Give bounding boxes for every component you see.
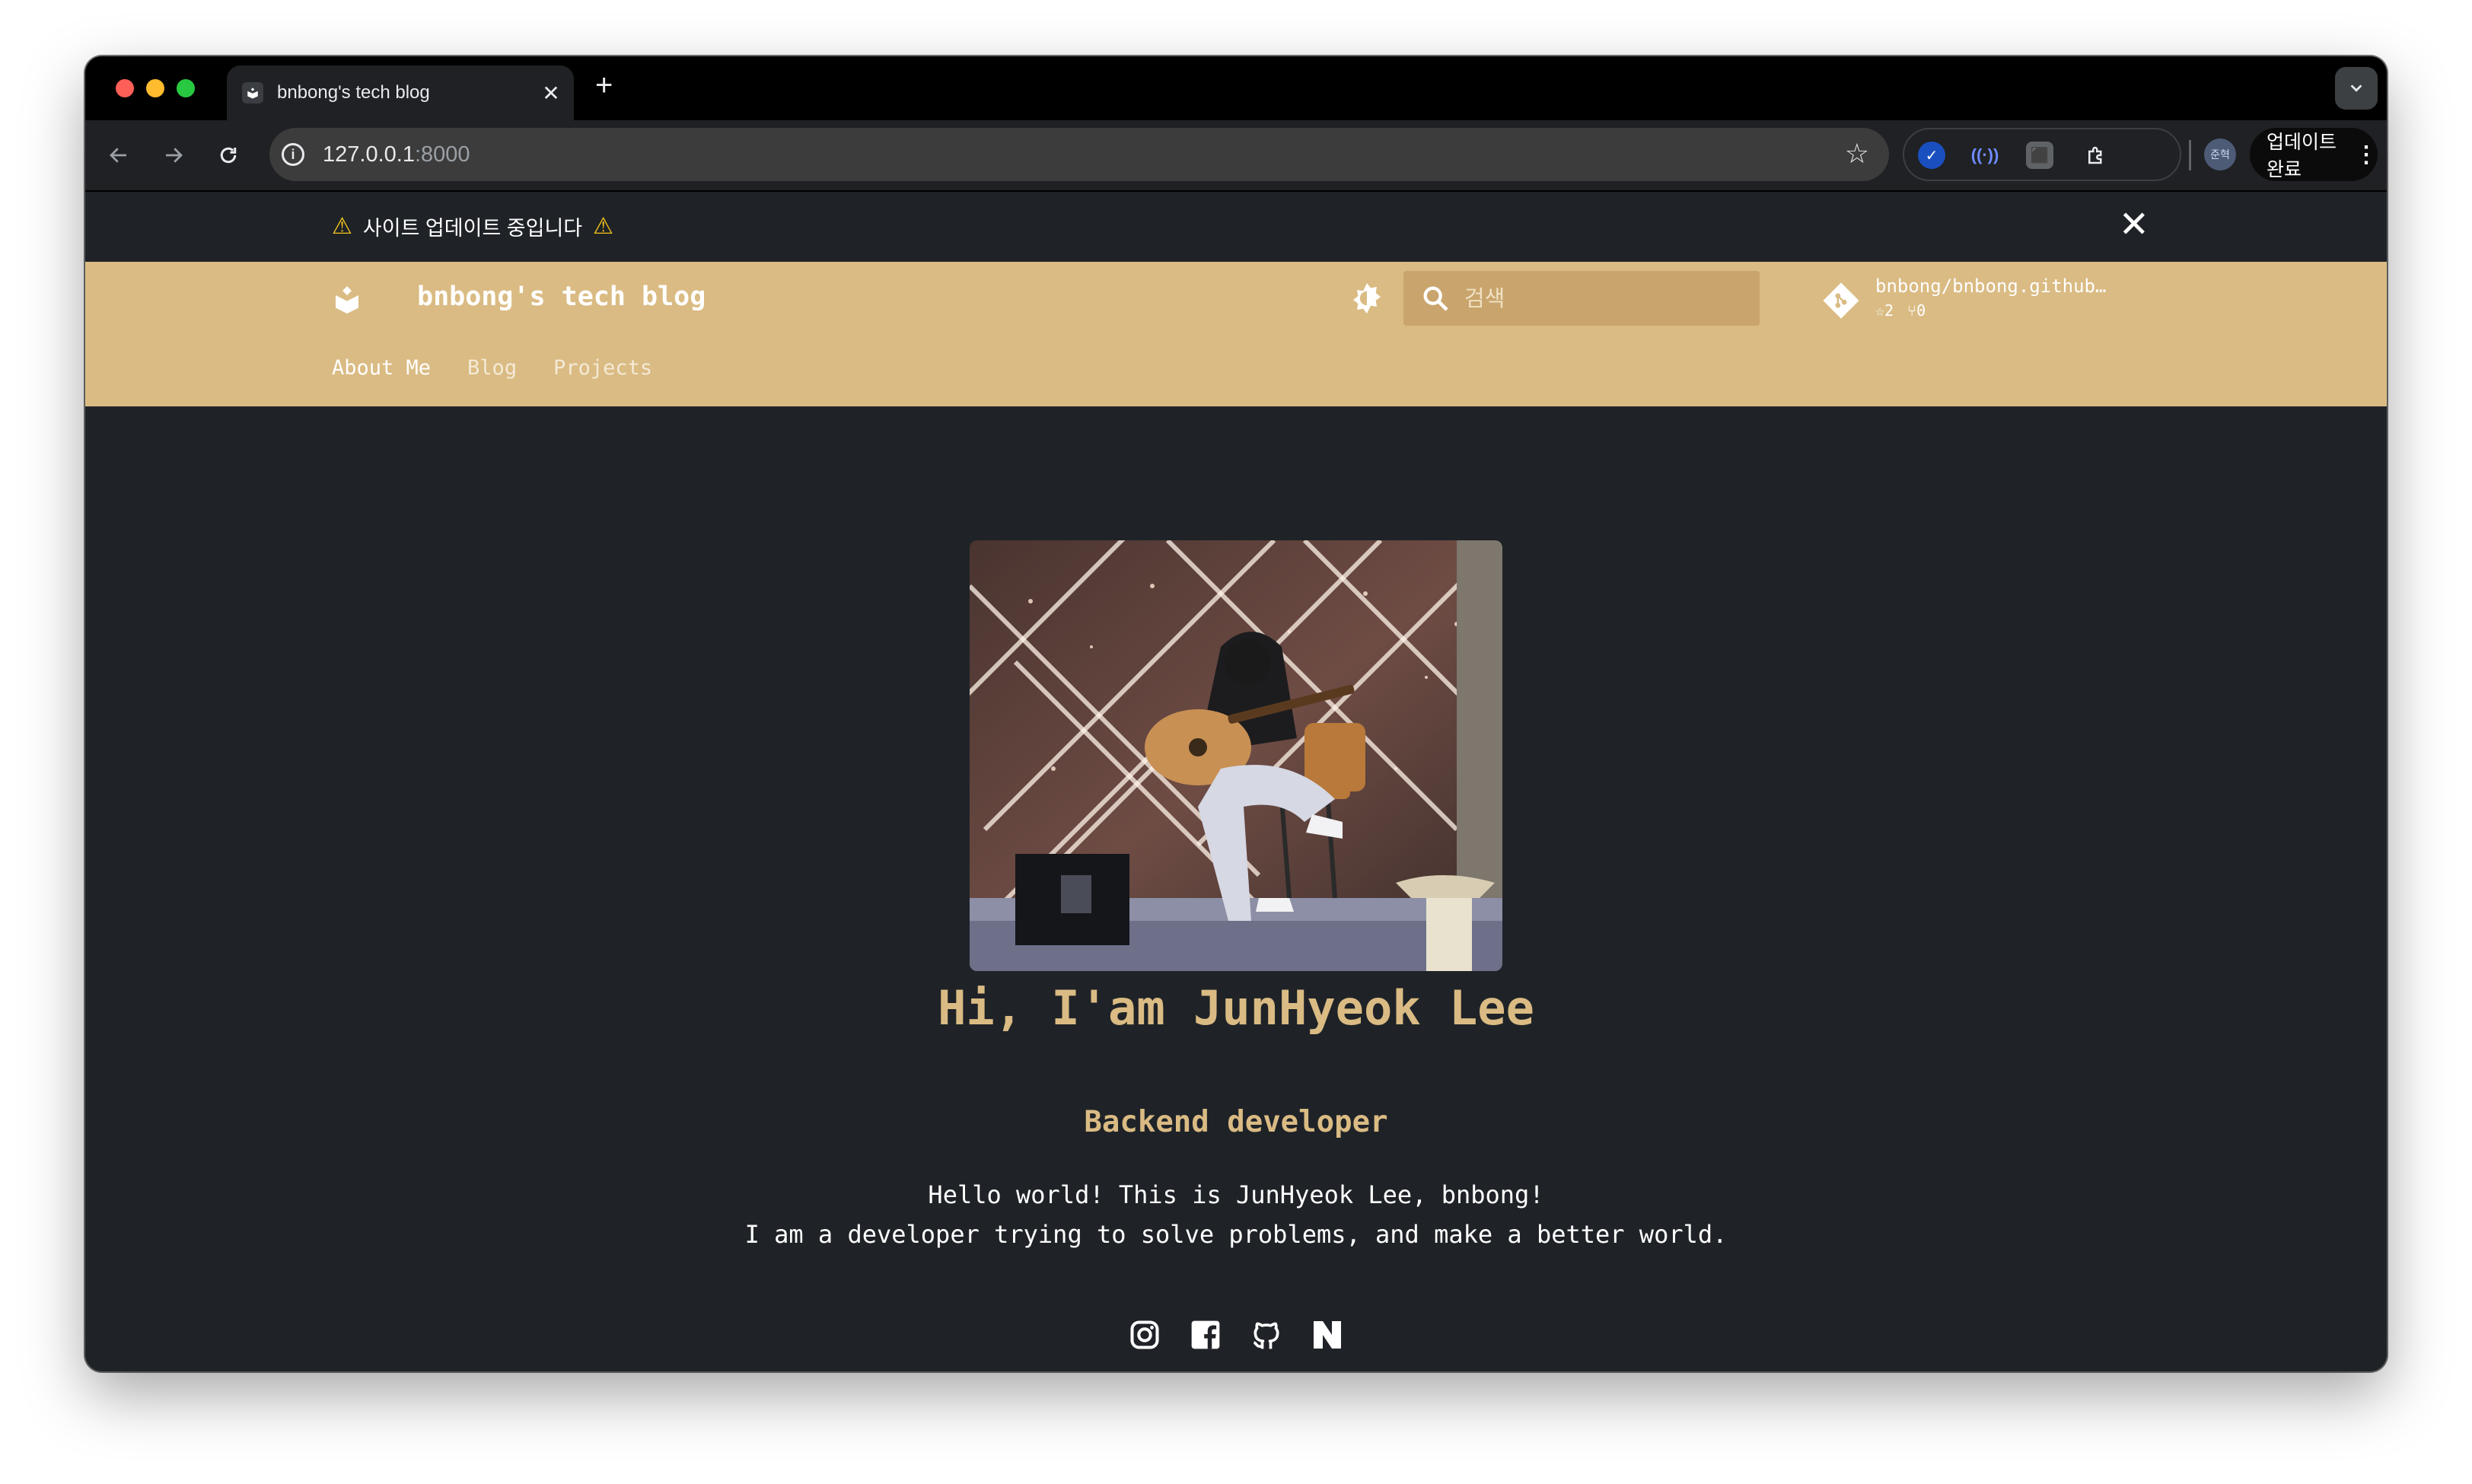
git-icon[interactable] <box>1822 282 1860 320</box>
star-count: ☆2 <box>1875 301 1894 320</box>
reload-button[interactable] <box>210 137 247 174</box>
bio-text: Hello world! This is JunHyeok Lee, bnbon… <box>85 1175 2387 1254</box>
hero-subtitle: Backend developer <box>1084 1105 1388 1139</box>
back-button[interactable] <box>100 137 137 174</box>
site-title[interactable]: bnbong's tech blog <box>417 282 706 312</box>
forward-button[interactable] <box>155 137 192 174</box>
hero-title: Hi, I'am JunHyeok Lee <box>938 980 1534 1036</box>
tab-close-icon[interactable]: ✕ <box>536 81 566 106</box>
site-header: bnbong's tech blog 검색 bnbong/bnbong.gith… <box>85 262 2387 406</box>
tab-search-button[interactable] <box>2335 67 2378 110</box>
announcement-close-button[interactable]: ✕ <box>2119 204 2149 247</box>
tab-strip: bnbong's tech blog ✕ + <box>85 56 2387 120</box>
minimize-window-button[interactable] <box>146 79 164 97</box>
check-extension-icon[interactable]: ✓ <box>1918 142 1945 169</box>
site-info-icon[interactable]: i <box>282 143 304 166</box>
social-links <box>1126 1315 1346 1355</box>
announcement-text: 사이트 업데이트 중입니다 <box>362 217 583 240</box>
bio-line-2: I am a developer trying to solve problem… <box>744 1220 1728 1249</box>
maximize-window-button[interactable] <box>177 79 195 97</box>
search-icon <box>1423 286 1448 311</box>
github-icon[interactable] <box>1248 1315 1285 1355</box>
instagram-icon[interactable] <box>1126 1315 1163 1355</box>
puzzle-extensions-icon[interactable] <box>2082 142 2110 169</box>
fork-count: ⑂0 <box>1907 301 1926 320</box>
browser-window: bnbong's tech blog ✕ + i 127.0.0.1:8000 … <box>85 56 2387 1371</box>
update-button[interactable]: 업데이트 완료 ⋮ <box>2250 128 2378 181</box>
app-extension-icon[interactable]: ⬛ <box>2026 142 2053 169</box>
arrow-left-icon <box>110 148 126 163</box>
toolbar-divider <box>2189 140 2191 170</box>
warning-icon: ⚠ <box>593 214 614 239</box>
repo-link[interactable]: bnbong/bnbong.github… <box>1875 275 2106 297</box>
web-page: ⚠ 사이트 업데이트 중입니다 ⚠ ✕ bnbong's tech blog 검… <box>85 192 2387 1371</box>
nav-tabs: About Me Blog Projects <box>332 356 652 380</box>
star-icon: ☆ <box>1875 301 1885 320</box>
book-logo-icon[interactable] <box>333 285 361 315</box>
update-button-label: 업데이트 완료 <box>2267 132 2337 180</box>
broadcast-extension-icon[interactable]: ((·)) <box>1971 142 1999 169</box>
fork-icon: ⑂ <box>1907 301 1917 320</box>
arrow-right-icon <box>166 148 183 163</box>
tab-title: bnbong's tech blog <box>277 82 430 103</box>
repo-stats: ☆2 ⑂0 <box>1875 301 1926 320</box>
url-text[interactable]: 127.0.0.1:8000 <box>323 142 470 167</box>
warning-icon: ⚠ <box>332 214 352 239</box>
tab-about-me[interactable]: About Me <box>332 356 431 380</box>
chevron-down-icon <box>2350 84 2362 92</box>
more-vert-icon[interactable]: ⋮ <box>2355 142 2378 168</box>
bookmark-star-icon[interactable]: ☆ <box>1845 139 1869 169</box>
new-tab-button[interactable]: + <box>595 70 613 100</box>
profile-avatar[interactable]: 준혁 <box>2204 139 2236 170</box>
facebook-icon[interactable] <box>1187 1315 1224 1355</box>
reload-icon <box>220 147 237 164</box>
announcement-bar: ⚠ 사이트 업데이트 중입니다 ⚠ ✕ <box>85 192 2387 262</box>
search-input[interactable] <box>1463 285 1740 312</box>
brightness-toggle-icon[interactable] <box>1349 280 1385 317</box>
close-window-button[interactable] <box>116 79 134 97</box>
profile-photo <box>970 540 1502 971</box>
browser-toolbar: i 127.0.0.1:8000 ☆ ✓ ((·)) ⬛ 준혁 업데이트 완료 … <box>85 120 2387 192</box>
search-box[interactable] <box>1403 271 1760 326</box>
book-favicon-icon <box>242 82 263 103</box>
bio-line-1: Hello world! This is JunHyeok Lee, bnbon… <box>928 1180 1544 1209</box>
address-bar[interactable]: i 127.0.0.1:8000 ☆ <box>269 128 1889 181</box>
tab-projects[interactable]: Projects <box>553 356 652 380</box>
naver-icon[interactable] <box>1309 1315 1346 1355</box>
extensions-group: ✓ ((·)) ⬛ <box>1903 128 2181 181</box>
browser-tab[interactable]: bnbong's tech blog ✕ <box>227 65 574 120</box>
tab-blog[interactable]: Blog <box>467 356 517 380</box>
